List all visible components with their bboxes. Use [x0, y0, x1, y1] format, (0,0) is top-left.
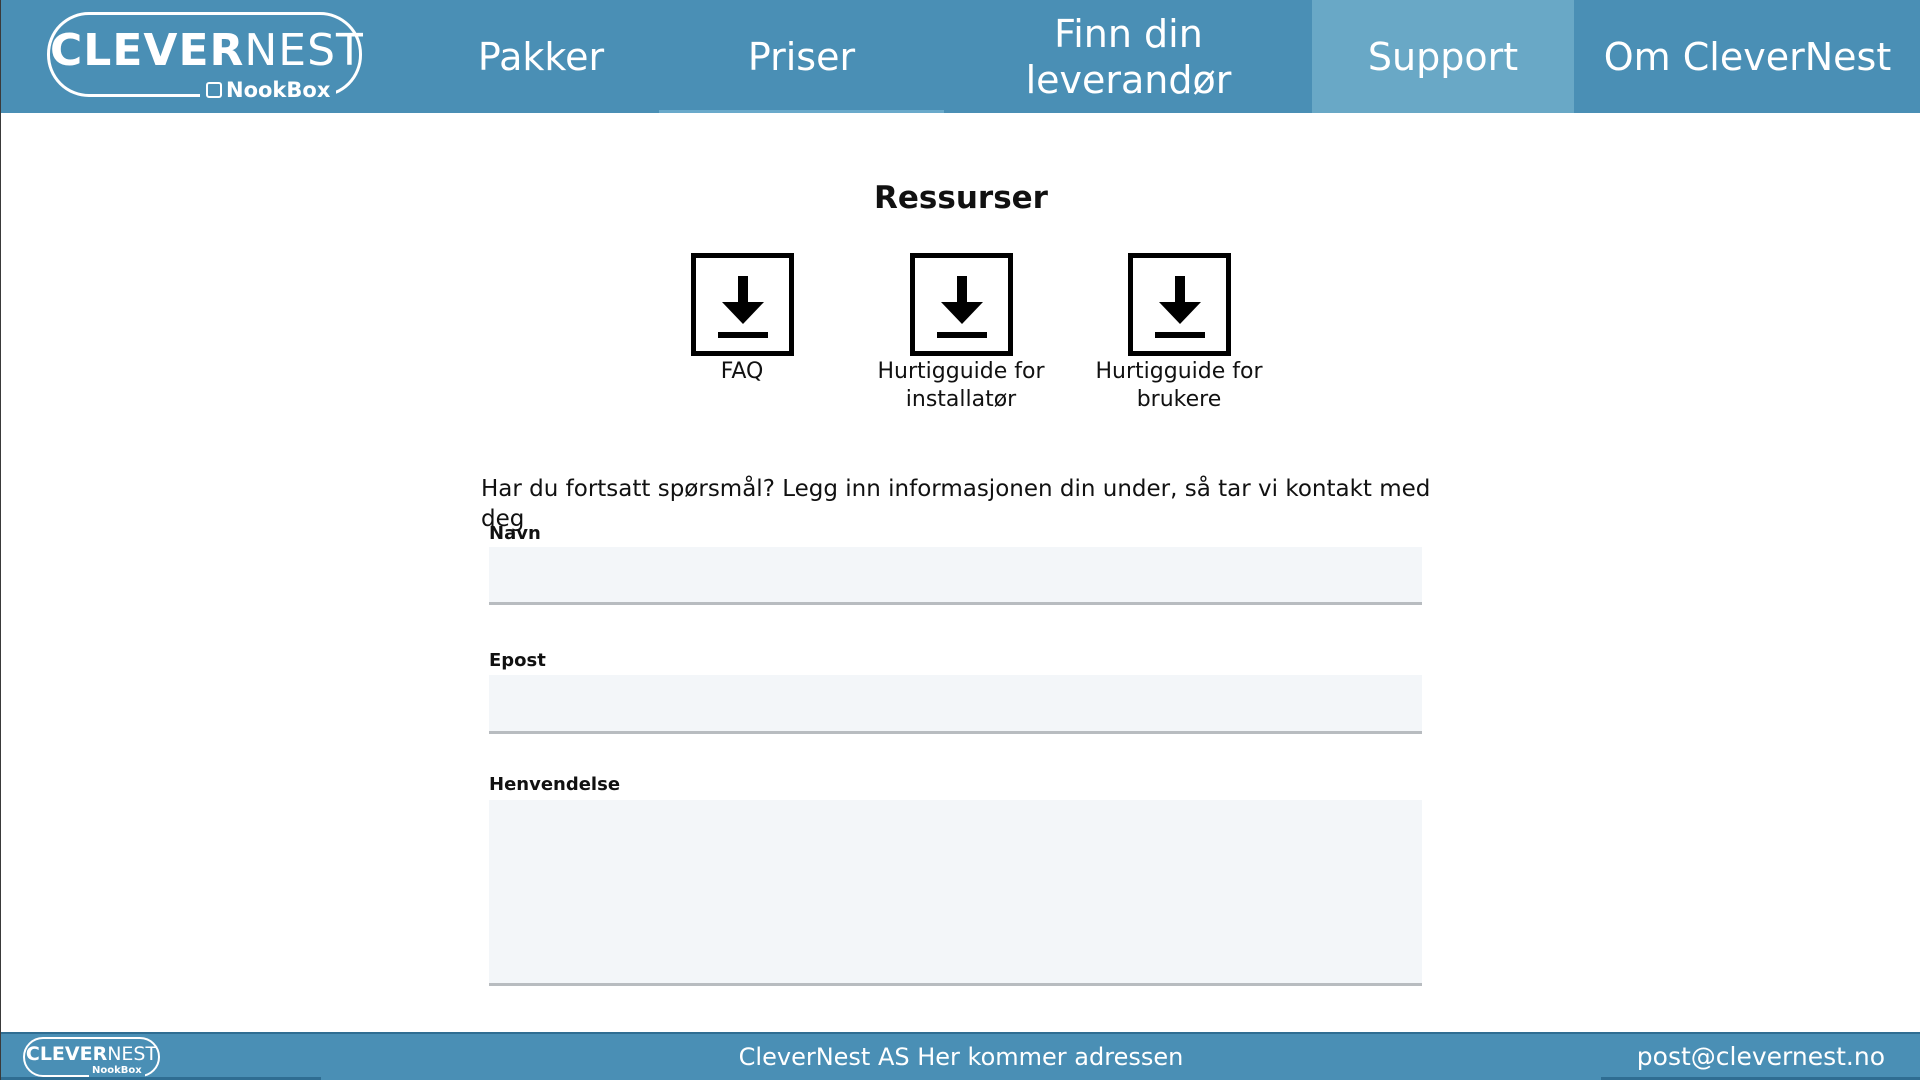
navn-label: Navn — [489, 523, 541, 544]
logo-sub: NookBox — [200, 78, 337, 102]
download-icon-shaft — [956, 276, 967, 304]
nav-item-finn-label: Finn din leverandør — [1026, 11, 1232, 103]
site-footer: CLEVERNEST NookBox CleverNest AS Her kom… — [1, 1032, 1920, 1080]
download-icon-bar — [1154, 332, 1205, 338]
resource-label-line1: Hurtigguide for — [1095, 359, 1263, 384]
nav-item-finn-line2: leverandør — [1025, 57, 1232, 102]
nav-item-priser[interactable]: Priser — [659, 0, 944, 113]
nav-item-priser-label: Priser — [747, 34, 856, 79]
house-icon — [206, 82, 222, 98]
nav-item-support-label: Support — [1367, 34, 1519, 79]
resource-label-line2: brukere — [1136, 387, 1222, 412]
resource-faq[interactable]: FAQ — [632, 253, 852, 386]
resource-label-line1: FAQ — [720, 359, 764, 384]
footer-logo-sub: NookBox — [89, 1065, 145, 1077]
site-header: CLEVERNEST NookBox Pakker Priser Finn di… — [1, 0, 1920, 113]
epost-label: Epost — [489, 650, 546, 671]
download-icon-shaft — [1174, 276, 1185, 304]
footer-email-link[interactable]: post@clevernest.no — [1637, 1042, 1885, 1072]
section-title: Ressurser — [874, 180, 1048, 216]
resource-label-line2: installatør — [905, 387, 1017, 412]
download-icon-head — [940, 302, 983, 324]
henvendelse-label: Henvendelse — [489, 774, 621, 795]
download-icon-shaft — [737, 276, 748, 304]
page: CLEVERNEST NookBox Pakker Priser Finn di… — [0, 0, 1920, 1080]
download-icon[interactable] — [1127, 253, 1231, 356]
download-icon[interactable] — [909, 253, 1013, 356]
nav-item-om-label: Om CleverNest — [1603, 34, 1892, 79]
nav-item-pakker-label: Pakker — [477, 34, 605, 79]
download-icon-head — [1158, 302, 1201, 324]
download-icon-head — [721, 302, 764, 324]
logo-brand: CLEVERNEST — [50, 29, 363, 73]
footer-logo-brand-bold: CLEVER — [25, 1043, 108, 1065]
nav-item-support[interactable]: Support — [1312, 0, 1574, 113]
clevernest-logo[interactable]: CLEVERNEST NookBox — [47, 12, 363, 101]
resource-label[interactable]: FAQ — [632, 356, 852, 386]
henvendelse-textarea[interactable] — [489, 800, 1422, 986]
contact-intro-text: Har du fortsatt spørsmål? Legg inn infor… — [481, 476, 1431, 532]
footer-address: CleverNest AS Her kommer adressen — [738, 1043, 1184, 1071]
download-icon-bar — [936, 332, 987, 338]
resource-label-line1: Hurtigguide for — [877, 359, 1045, 384]
resource-label[interactable]: Hurtigguide for installatør — [851, 356, 1071, 414]
resource-label[interactable]: Hurtigguide for brukere — [1069, 356, 1289, 414]
logo-sub-text: NookBox — [226, 78, 331, 102]
footer-logo[interactable]: CLEVERNEST NookBox — [23, 1037, 160, 1077]
nav-item-pakker[interactable]: Pakker — [431, 0, 651, 113]
download-icon-bar — [717, 332, 768, 338]
nav-item-om-clevernest[interactable]: Om CleverNest — [1574, 0, 1920, 113]
resource-hurtigguide-brukere[interactable]: Hurtigguide for brukere — [1069, 253, 1289, 414]
nav-item-finn-din-leverandor[interactable]: Finn din leverandør — [946, 0, 1311, 113]
footer-logo-brand-light: NEST — [107, 1043, 158, 1065]
download-icon[interactable] — [690, 253, 794, 356]
nav-item-finn-line1: Finn din — [1054, 11, 1203, 56]
epost-field[interactable] — [489, 675, 1422, 734]
navn-field[interactable] — [489, 547, 1422, 605]
resource-hurtigguide-installator[interactable]: Hurtigguide for installatør — [851, 253, 1071, 414]
logo-brand-bold: CLEVER — [50, 25, 245, 76]
footer-logo-brand: CLEVERNEST — [25, 1044, 158, 1064]
logo-brand-light: NEST — [244, 25, 364, 76]
